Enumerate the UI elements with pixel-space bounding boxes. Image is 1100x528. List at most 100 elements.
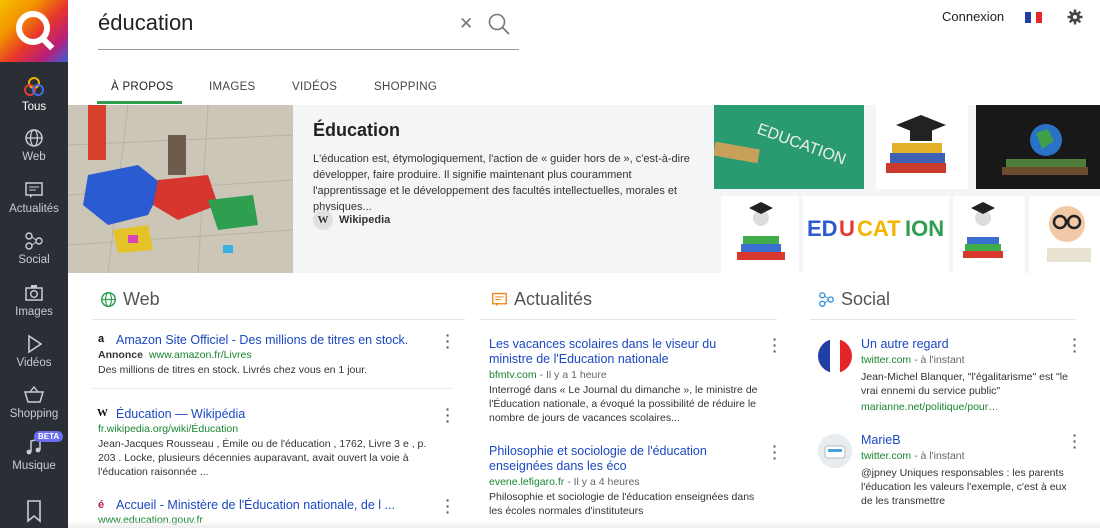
news-icon [25, 182, 43, 198]
image-thumb-graduate-stack[interactable] [953, 196, 1025, 273]
news-result-desc: Interrogé dans « Le Journal du dimanche … [489, 384, 758, 424]
sidebar-item-label: Images [15, 306, 53, 318]
image-thumb-chalkboard[interactable]: EDUCATION [714, 105, 864, 189]
sidebar-item-images[interactable]: Images [0, 283, 68, 333]
logo-q-mark [16, 11, 50, 45]
sidebar-item-bookmarks[interactable] [0, 499, 68, 528]
avatar[interactable] [818, 339, 852, 373]
globe-icon [100, 291, 117, 308]
knowledge-source-link[interactable]: W Wikipedia [313, 209, 390, 231]
sidebar: Tous Web Actualités Social Images Vidéos… [0, 0, 68, 528]
sidebar-item-label: Vidéos [16, 357, 52, 369]
qwant-logo[interactable] [0, 0, 68, 62]
social-result-source[interactable]: twitter.com [861, 450, 911, 462]
sidebar-item-shopping[interactable]: Shopping [0, 385, 68, 435]
svg-text:U: U [839, 216, 855, 241]
social-result-link[interactable]: marianne.net/politique/pour… [861, 401, 999, 413]
knowledge-title: Éducation [313, 120, 401, 140]
more-options-icon[interactable]: · · · [1071, 428, 1079, 454]
active-tab-indicator [97, 101, 182, 104]
social-result-meta: twitter.com - à l'instant [861, 450, 965, 462]
sidebar-item-label: Musique [12, 460, 56, 472]
social-icon [25, 232, 43, 250]
social-divider [810, 319, 1075, 320]
tab-images[interactable]: IMAGES [209, 81, 256, 93]
web-section-heading: Web [100, 289, 160, 310]
svg-text:ION: ION [905, 216, 944, 241]
news-icon [491, 292, 508, 307]
news-result-source[interactable]: evene.lefigaro.fr [489, 476, 564, 488]
news-result-meta: bfmtv.com - Il y a 1 heure [489, 369, 607, 381]
search-icon[interactable] [487, 12, 511, 36]
all-results-icon [24, 77, 44, 96]
image-thumb-baby-glasses[interactable] [1029, 196, 1100, 273]
login-link[interactable]: Connexion [942, 9, 1004, 24]
web-result-desc: Jean-Jacques Rousseau , Émile ou de l'éd… [98, 438, 427, 478]
wikipedia-favicon-icon: W [97, 407, 108, 419]
search-underline [98, 49, 519, 50]
more-options-icon[interactable]: · · · [444, 493, 452, 519]
social-result-time: à l'instant [920, 354, 965, 366]
social-icon [819, 292, 834, 307]
image-thumb-books-cap[interactable] [876, 105, 968, 189]
tab-videos[interactable]: VIDÉOS [292, 81, 337, 93]
more-options-icon[interactable]: · · · [1071, 332, 1079, 358]
ministry-favicon-icon: é [98, 499, 105, 511]
search-input[interactable]: éducation [98, 10, 193, 36]
gear-icon[interactable] [1067, 9, 1083, 25]
bookmark-icon [27, 500, 41, 523]
social-result-source[interactable]: twitter.com [861, 354, 911, 366]
knowledge-description: L'éducation est, étymologiquement, l'act… [313, 153, 690, 213]
web-heading-label: Web [123, 289, 160, 309]
sidebar-item-label: Tous [21, 101, 47, 113]
globe-icon [25, 129, 43, 147]
sidebar-item-web[interactable]: Web [0, 128, 68, 178]
sidebar-item-social[interactable]: Social [0, 231, 68, 281]
sidebar-item-musique[interactable]: BETA Musique [0, 431, 68, 487]
social-result-time: à l'instant [920, 450, 965, 462]
knowledge-photo[interactable] [68, 105, 293, 273]
web-result-title[interactable]: Accueil - Ministère de l'Éducation natio… [116, 498, 395, 513]
amazon-favicon-icon: a [98, 333, 105, 345]
more-options-icon[interactable]: · · · [771, 439, 779, 465]
language-flag-icon[interactable] [1025, 12, 1043, 23]
web-result-url[interactable]: fr.wikipedia.org/wiki/Éducation [98, 423, 238, 435]
image-thumb-education-letters[interactable]: ED U CAT ION [803, 196, 949, 273]
social-result-desc: @jpney Uniques responsables : les parent… [861, 467, 1067, 507]
svg-text:CAT: CAT [857, 216, 901, 241]
camera-icon [25, 285, 43, 301]
more-options-icon[interactable]: · · · [444, 402, 452, 428]
image-thumb-graduate-books[interactable] [721, 196, 799, 273]
beta-badge: BETA [34, 431, 64, 442]
social-result-meta: twitter.com - à l'instant [861, 354, 965, 366]
social-result-title[interactable]: MarieB [861, 433, 901, 448]
web-result-url[interactable]: Annonce www.amazon.fr/Livres [98, 349, 252, 361]
web-result-title[interactable]: Amazon Site Officiel - Des millions de t… [116, 333, 408, 348]
news-divider [480, 319, 777, 320]
svg-text:ED: ED [807, 216, 838, 241]
tab-shopping[interactable]: SHOPPING [374, 81, 437, 93]
sidebar-item-label: Social [18, 254, 50, 266]
news-result-title[interactable]: Philosophie et sociologie de l'éducation… [489, 444, 729, 474]
web-result-url-text: www.amazon.fr/Livres [148, 349, 252, 361]
image-thumb-globe[interactable] [976, 105, 1100, 189]
news-heading-label: Actualités [514, 289, 593, 309]
sidebar-item-actualites[interactable]: Actualités [0, 180, 68, 230]
avatar[interactable] [818, 434, 852, 468]
clear-search-button[interactable]: ✕ [459, 14, 473, 34]
news-result-source[interactable]: bfmtv.com [489, 369, 537, 381]
sidebar-item-label: Web [22, 151, 46, 163]
scroll-fade [68, 520, 1100, 528]
web-divider [92, 319, 465, 320]
more-options-icon[interactable]: · · · [771, 332, 779, 358]
social-result-title[interactable]: Un autre regard [861, 337, 949, 352]
news-result-time: Il y a 1 heure [546, 369, 607, 381]
web-result-desc: Des millions de titres en stock. Livrés … [98, 364, 368, 376]
tab-a-propos[interactable]: À PROPOS [111, 81, 173, 93]
sidebar-item-videos[interactable]: Vidéos [0, 334, 68, 384]
more-options-icon[interactable]: · · · [444, 328, 452, 354]
sidebar-item-tous[interactable]: Tous [0, 76, 68, 126]
news-result-title[interactable]: Les vacances scolaires dans le viseur du… [489, 337, 734, 367]
result-separator [92, 388, 452, 389]
web-result-title[interactable]: Éducation — Wikipédia [116, 407, 245, 422]
